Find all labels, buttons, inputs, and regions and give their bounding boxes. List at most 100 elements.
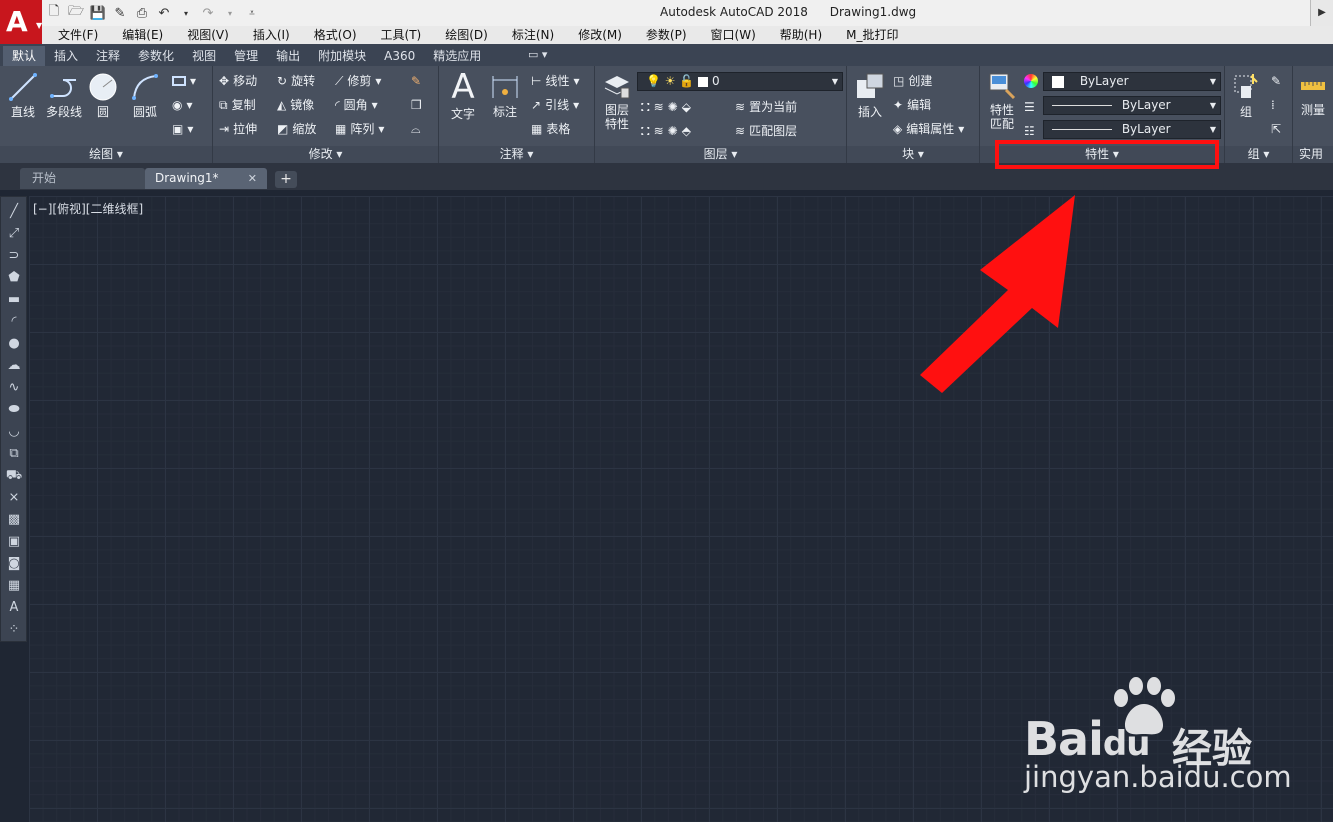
layer-properties-button[interactable]: 图层 特性: [599, 72, 635, 131]
undo-icon[interactable]: ↶: [154, 3, 174, 23]
tab-a360[interactable]: A360: [375, 46, 424, 66]
tab-featured-apps[interactable]: 精选应用: [424, 46, 490, 66]
new-file-icon[interactable]: 🗋: [44, 3, 64, 23]
construction-line-icon[interactable]: ⤢: [5, 225, 23, 243]
panel-block-title[interactable]: 块 ▾: [847, 146, 979, 163]
menu-edit[interactable]: 编辑(E): [110, 26, 175, 44]
customize-qat-icon[interactable]: ⩡: [242, 3, 262, 23]
save-as-icon[interactable]: ✎: [110, 3, 130, 23]
measure-button[interactable]: 测量: [1295, 72, 1331, 117]
tab-output[interactable]: 输出: [267, 46, 309, 66]
panel-utilities-title[interactable]: 实用工: [1293, 146, 1333, 178]
save-icon[interactable]: 💾: [88, 3, 108, 23]
circle-icon[interactable]: ●: [5, 335, 23, 353]
application-menu-button[interactable]: A ▼: [0, 0, 42, 44]
tab-parametric[interactable]: 参数化: [129, 46, 183, 66]
polygon-icon[interactable]: ⬟: [5, 269, 23, 287]
group-edit-icon[interactable]: ⁞: [1271, 96, 1275, 114]
gradient-icon[interactable]: ▣: [5, 533, 23, 551]
group-button[interactable]: 组: [1227, 72, 1265, 119]
file-tab-drawing[interactable]: Drawing1* ✕: [145, 168, 267, 189]
line-icon[interactable]: ╱: [5, 203, 23, 221]
explode-button[interactable]: ❒: [411, 96, 422, 114]
leader-button[interactable]: ↗ 引线 ▾: [531, 96, 579, 114]
new-tab-button[interactable]: +: [275, 171, 297, 188]
layer-on-icon[interactable]: ⛚: [641, 122, 650, 140]
panel-annotation-title[interactable]: 注释 ▾: [439, 146, 594, 163]
menu-batch-plot[interactable]: M_批打印: [834, 26, 910, 44]
stretch-button[interactable]: ⇥ 拉伸: [219, 120, 257, 138]
match-properties-button[interactable]: 特性 匹配: [984, 72, 1020, 131]
panel-layers-title[interactable]: 图层 ▾: [595, 146, 846, 163]
tab-manage[interactable]: 管理: [225, 46, 267, 66]
insert-block-button[interactable]: 插入: [851, 72, 889, 119]
copy-button[interactable]: ⧉ 复制: [219, 96, 256, 114]
menu-window[interactable]: 窗口(W): [699, 26, 768, 44]
match-layer-button[interactable]: ≋ 匹配图层: [735, 122, 797, 140]
arc-button[interactable]: 圆弧: [128, 72, 162, 119]
erase-button[interactable]: ✎: [411, 72, 421, 90]
menu-format[interactable]: 格式(O): [302, 26, 369, 44]
group-select-icon[interactable]: ⇱: [1271, 120, 1281, 138]
move-button[interactable]: ✥ 移动: [219, 72, 257, 90]
polyline-button[interactable]: 多段线: [44, 72, 84, 119]
linetype-dropdown[interactable]: ByLayer ▼: [1043, 120, 1221, 139]
table-button[interactable]: ▦ 表格: [531, 120, 570, 138]
spline-icon[interactable]: ∿: [5, 379, 23, 397]
menu-insert[interactable]: 插入(I): [241, 26, 302, 44]
file-tab-start[interactable]: 开始: [20, 168, 145, 189]
menu-draw[interactable]: 绘图(D): [433, 26, 500, 44]
edit-block-button[interactable]: ✦ 编辑: [893, 96, 931, 114]
offset-button[interactable]: ⌓: [411, 120, 421, 138]
viewport-controls[interactable]: [−][俯视][二维线框]: [33, 200, 143, 217]
trim-button[interactable]: ⟋ 修剪 ▾: [335, 72, 381, 90]
ellipse-arc-icon[interactable]: ◡: [5, 423, 23, 441]
line-button[interactable]: 直线: [6, 72, 40, 119]
dimension-button[interactable]: 标注: [487, 72, 523, 119]
tab-view[interactable]: 视图: [183, 46, 225, 66]
hatch-button[interactable]: ◉ ▾: [172, 96, 193, 114]
set-current-button[interactable]: ≋ 置为当前: [735, 98, 797, 116]
ellipse-icon[interactable]: ⬬: [5, 401, 23, 419]
scale-button[interactable]: ◩ 缩放: [277, 120, 316, 138]
menu-file[interactable]: 文件(F): [46, 26, 110, 44]
layer-unisolate-icon[interactable]: ≋: [654, 122, 664, 140]
insert-block-icon[interactable]: ⧉: [5, 445, 23, 463]
layer-freeze-icon[interactable]: ✺: [668, 98, 678, 116]
array-button[interactable]: ▦ 阵列 ▾: [335, 120, 384, 138]
fillet-button[interactable]: ◜ 圆角 ▾: [335, 96, 378, 114]
rectangle-button[interactable]: ▾: [172, 72, 196, 90]
tab-default[interactable]: 默认: [3, 46, 46, 66]
ungroup-icon[interactable]: ✎: [1271, 72, 1281, 90]
tab-insert[interactable]: 插入: [45, 46, 87, 66]
edit-attributes-button[interactable]: ◈ 编辑属性 ▾: [893, 120, 964, 138]
menu-dimension[interactable]: 标注(N): [500, 26, 566, 44]
linear-button[interactable]: ⊢ 线性 ▾: [531, 72, 580, 90]
menu-tools[interactable]: 工具(T): [369, 26, 434, 44]
point-icon[interactable]: ⨯: [5, 489, 23, 507]
text-button[interactable]: A 文字: [445, 70, 481, 121]
region-icon[interactable]: ◙: [5, 555, 23, 573]
panel-modify-title[interactable]: 修改 ▾: [213, 146, 438, 163]
circle-button[interactable]: 圆: [86, 72, 120, 119]
undo-dropdown-icon[interactable]: ▾: [176, 3, 196, 23]
make-block-icon[interactable]: ⛟: [5, 467, 23, 485]
layer-unlock-icon[interactable]: ⬘: [682, 122, 691, 140]
table-icon[interactable]: ▦: [5, 577, 23, 595]
add-selected-icon[interactable]: ⁘: [5, 621, 23, 639]
hatch-icon[interactable]: ▩: [5, 511, 23, 529]
layer-isolate-icon[interactable]: ≋: [654, 98, 664, 116]
layer-thaw-icon[interactable]: ✺: [668, 122, 678, 140]
scroll-right-icon[interactable]: ▶: [1310, 0, 1333, 26]
panel-draw-title[interactable]: 绘图 ▾: [0, 146, 212, 163]
layer-lock-icon[interactable]: ⬙: [682, 98, 691, 116]
menu-view[interactable]: 视图(V): [175, 26, 241, 44]
color-dropdown[interactable]: ByLayer ▼: [1043, 72, 1221, 91]
rectangle-icon[interactable]: ▬: [5, 291, 23, 309]
layer-off-icon[interactable]: ⛚: [641, 98, 650, 116]
tab-addins[interactable]: 附加模块: [309, 46, 375, 66]
boundary-button[interactable]: ▣ ▾: [172, 120, 193, 138]
text-icon[interactable]: A: [5, 599, 23, 617]
tab-annotate[interactable]: 注释: [87, 46, 129, 66]
redo-icon[interactable]: ↷: [198, 3, 218, 23]
